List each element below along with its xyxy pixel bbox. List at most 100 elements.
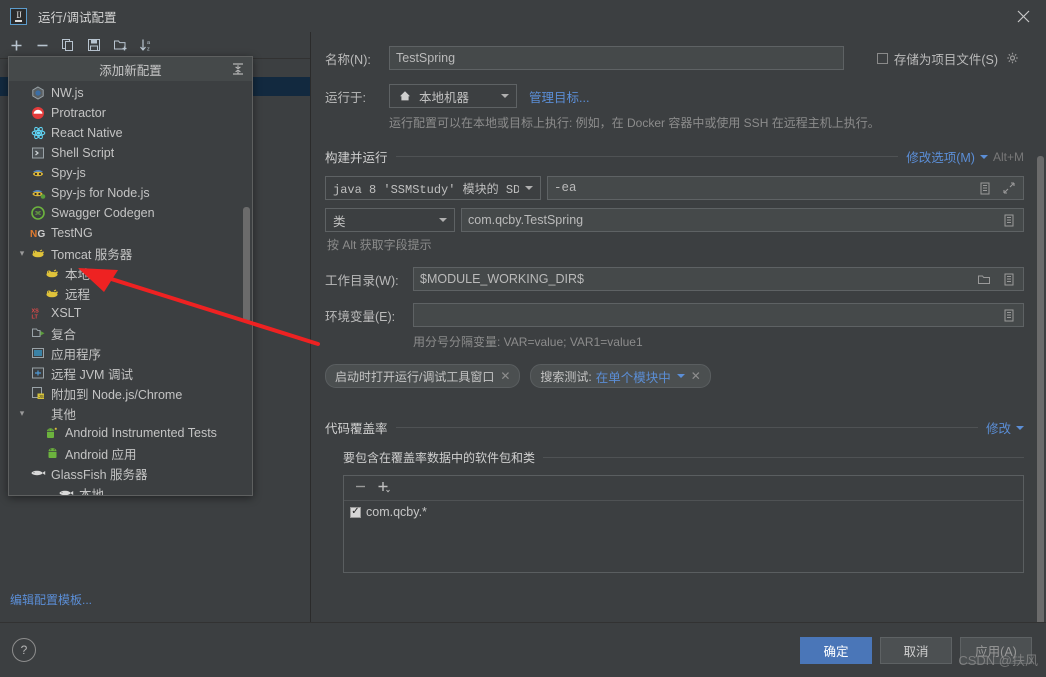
popup-item[interactable]: ▾GlassFish 服务器 (9, 463, 252, 483)
add-configuration-button[interactable] (4, 34, 28, 56)
insert-macro-icon[interactable] (977, 180, 993, 196)
popup-item[interactable]: Shell Script (9, 143, 252, 163)
remote-jvm-icon (29, 365, 47, 381)
main-class-input[interactable]: com.qcby.TestSpring (461, 208, 1024, 232)
popup-scrollbar[interactable] (243, 207, 250, 322)
dialog-body: az 编辑配置模板... 添加新配置 NW.js Protractor Reac… (0, 32, 1046, 628)
application-icon (29, 345, 47, 361)
editor-scrollbar[interactable] (1037, 156, 1044, 628)
run-on-target-combo[interactable]: 本地机器 (389, 84, 517, 108)
popup-item-label: GlassFish 服务器 (51, 467, 148, 482)
add-new-configuration-popup[interactable]: 添加新配置 NW.js Protractor React Native Shell S… (8, 56, 253, 496)
popup-item-label: 本地 (65, 267, 91, 282)
main-class-kind-combo[interactable]: 类 (325, 208, 455, 232)
working-directory-input[interactable]: $MODULE_WORKING_DIR$ (413, 267, 1024, 291)
section-divider (395, 427, 978, 428)
popup-item[interactable]: 远程 JVM 调试 (9, 363, 252, 383)
gear-icon[interactable] (1004, 50, 1020, 66)
expand-icon[interactable] (1001, 180, 1017, 196)
name-input[interactable]: TestSpring (389, 46, 844, 70)
folder-icon[interactable] (976, 271, 992, 287)
tag-search-for-tests[interactable]: 搜索测试: 在单个模块中 ✕ (530, 364, 711, 388)
browse-icon[interactable] (1001, 212, 1017, 228)
attach-node-icon: JS (29, 385, 47, 401)
run-on-label: 运行于: (325, 90, 366, 105)
popup-item[interactable]: 复合 (9, 323, 252, 343)
popup-item[interactable]: Spy-js for Node.js (9, 183, 252, 203)
manage-targets-link[interactable]: 管理目标... (529, 87, 589, 106)
spyjs-node-icon (29, 185, 47, 201)
tag-open-run-tool-window[interactable]: 启动时打开运行/调试工具窗口 ✕ (325, 364, 521, 388)
chevron-down-icon[interactable]: ▾ (15, 248, 29, 259)
popup-item[interactable]: 远程 (9, 283, 252, 303)
testng-icon: NG (29, 225, 47, 241)
jre-vm-row: java 8 'SSMStudy' 模块的 SDK -ea (325, 176, 1024, 200)
popup-item[interactable]: NW.js (9, 83, 252, 103)
sort-configurations-button[interactable]: az (134, 34, 158, 56)
popup-item-label: 远程 JVM 调试 (51, 367, 133, 382)
store-as-project-file-checkbox[interactable]: ✓ (876, 52, 888, 64)
logo-text: IJ (15, 9, 22, 22)
compound-icon (29, 325, 47, 341)
editor-content: 名称(N): TestSpring ✓ 存储为项目文件(S) 运行于: (311, 32, 1046, 573)
popup-item[interactable]: Android 应用 (9, 443, 252, 463)
insert-macro-icon[interactable] (1001, 271, 1017, 287)
popup-item[interactable]: 本地 (9, 263, 252, 283)
popup-item[interactable]: ▾ 其他 (9, 403, 252, 423)
coverage-item-checkbox[interactable]: ✓ (350, 506, 361, 518)
configuration-editor-panel: 名称(N): TestSpring ✓ 存储为项目文件(S) 运行于: (311, 32, 1046, 628)
chevron-down-icon (525, 186, 533, 190)
run-on-hint: 运行配置可以在本地或目标上执行: 例如，在 Docker 容器中或使用 SSH … (389, 116, 880, 130)
popup-item[interactable]: N G TestNG (9, 223, 252, 243)
home-icon (397, 88, 413, 104)
popup-item[interactable]: Android Instrumented Tests (9, 423, 252, 443)
popup-item[interactable]: XS LT XSLT (9, 303, 252, 323)
popup-item-label: Shell Script (51, 146, 115, 160)
vm-options-input[interactable]: -ea (547, 176, 1024, 200)
popup-item[interactable]: Swagger Codegen (9, 203, 252, 223)
edit-env-icon[interactable] (1001, 307, 1017, 323)
chevron-down-icon[interactable] (676, 374, 685, 378)
close-icon[interactable]: ✕ (691, 369, 701, 383)
chevron-down-icon[interactable] (979, 154, 988, 159)
popup-item[interactable]: Protractor (9, 103, 252, 123)
chevron-down-icon[interactable] (1016, 425, 1024, 430)
chevron-down-icon[interactable]: ▾ (15, 408, 29, 419)
jre-value: java 8 'SSMStudy' 模块的 SDK (333, 182, 519, 197)
remove-configuration-button[interactable] (30, 34, 54, 56)
popup-item[interactable]: ▾ Tomcat 服务器 (9, 243, 252, 263)
popup-item[interactable]: 本地 (9, 483, 252, 495)
cancel-button[interactable]: 取消 (880, 636, 952, 664)
popup-item[interactable]: Spy-js (9, 163, 252, 183)
jre-combo[interactable]: java 8 'SSMStudy' 模块的 SDK (325, 176, 541, 200)
popup-item[interactable]: JS 附加到 Node.js/Chrome (9, 383, 252, 403)
coverage-add-button[interactable] (377, 480, 391, 496)
popup-item-list[interactable]: NW.js Protractor React Native Shell Script S… (9, 81, 252, 495)
popup-item-label: XSLT (51, 306, 82, 320)
ok-button[interactable]: 确定 (800, 636, 872, 664)
name-row: 名称(N): TestSpring ✓ 存储为项目文件(S) (325, 46, 1024, 70)
new-folder-button[interactable] (108, 34, 132, 56)
save-configuration-button[interactable] (82, 34, 106, 56)
tag-link-value[interactable]: 在单个模块中 (596, 367, 671, 386)
environment-variables-input[interactable] (413, 303, 1024, 327)
popup-item[interactable]: React Native (9, 123, 252, 143)
popup-item[interactable]: 应用程序 (9, 343, 252, 363)
shell-icon (29, 145, 47, 161)
coverage-modify-link[interactable]: 修改 (986, 418, 1011, 437)
coverage-packages-box: ✓ com.qcby.* (343, 475, 1024, 573)
nwjs-icon (29, 85, 47, 101)
coverage-list-item[interactable]: ✓ com.qcby.* (344, 501, 1023, 523)
close-icon[interactable] (1000, 0, 1046, 32)
popup-title: 添加新配置 (99, 63, 162, 78)
coverage-remove-button[interactable] (354, 480, 367, 496)
environment-variables-row: 环境变量(E): (325, 303, 1024, 327)
close-icon[interactable]: ✕ (500, 369, 510, 383)
help-button[interactable]: ? (12, 638, 36, 662)
collapse-all-icon[interactable] (231, 62, 245, 76)
modify-options-link[interactable]: 修改选项(M) (906, 147, 975, 166)
copy-configuration-button[interactable] (56, 34, 80, 56)
edit-configuration-templates-link[interactable]: 编辑配置模板... (10, 591, 92, 608)
apply-button[interactable]: 应用(A) (960, 636, 1032, 664)
react-icon (29, 125, 47, 141)
